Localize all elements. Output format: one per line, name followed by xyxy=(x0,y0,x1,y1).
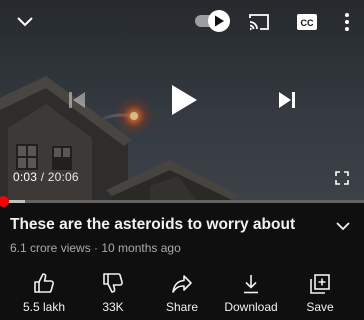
expand-description-button[interactable] xyxy=(330,214,356,238)
action-bar: 5.5 lakh 33K Share Download Save xyxy=(0,268,364,318)
progress-bar[interactable] xyxy=(0,196,364,207)
play-icon xyxy=(172,85,197,115)
fullscreen-icon xyxy=(335,171,349,185)
upload-age: 10 months ago xyxy=(101,241,181,255)
video-title[interactable]: These are the asteroids to worry about xyxy=(10,216,320,234)
more-options-button[interactable] xyxy=(334,8,360,36)
download-button[interactable]: Download xyxy=(224,268,278,318)
meta-separator: · xyxy=(90,241,102,255)
autoplay-toggle[interactable] xyxy=(193,9,231,33)
skip-next-icon xyxy=(279,92,295,108)
share-icon xyxy=(171,268,193,294)
chevron-down-icon xyxy=(17,17,33,27)
save-to-playlist-icon xyxy=(310,268,330,294)
closed-captions-icon: CC xyxy=(297,14,317,30)
video-meta[interactable]: 6.1 crore views · 10 months ago xyxy=(10,241,181,255)
next-button[interactable] xyxy=(272,84,302,116)
like-button[interactable]: 5.5 lakh xyxy=(0,268,88,318)
skip-previous-icon xyxy=(69,92,85,108)
progress-scrubber[interactable] xyxy=(0,196,9,207)
fullscreen-button[interactable] xyxy=(330,166,354,190)
save-label: Save xyxy=(306,300,334,314)
like-count: 5.5 lakh xyxy=(22,300,66,314)
play-button[interactable] xyxy=(164,78,204,122)
share-button[interactable]: Share xyxy=(138,268,226,318)
previous-button[interactable] xyxy=(62,84,92,116)
cast-icon xyxy=(249,14,269,31)
time-separator: / xyxy=(37,170,48,184)
duration: 20:06 xyxy=(47,170,79,184)
thumbs-up-icon xyxy=(33,268,55,294)
time-readout: 0:03 / 20:06 xyxy=(13,170,79,184)
dislike-button[interactable]: 33K xyxy=(88,268,138,318)
svg-text:CC: CC xyxy=(301,18,314,28)
dislike-count: 33K xyxy=(102,300,124,314)
autoplay-toggle-icon xyxy=(195,10,230,32)
thumbs-down-icon xyxy=(102,268,124,294)
current-time: 0:03 xyxy=(13,170,38,184)
video-player[interactable]: CC 0:03 / 20:06 xyxy=(0,0,364,200)
collapse-button[interactable] xyxy=(10,8,40,36)
download-label: Download xyxy=(224,300,278,314)
cast-button[interactable] xyxy=(244,8,274,36)
more-vert-icon xyxy=(345,13,349,31)
captions-button[interactable]: CC xyxy=(292,8,322,36)
chevron-down-icon xyxy=(336,222,350,231)
share-label: Share xyxy=(165,300,199,314)
view-count: 6.1 crore views xyxy=(10,241,91,255)
watch-page: CC 0:03 / 20:06 These are the asteroids … xyxy=(0,0,364,320)
download-icon xyxy=(242,268,260,294)
save-button[interactable]: Save xyxy=(276,268,364,318)
